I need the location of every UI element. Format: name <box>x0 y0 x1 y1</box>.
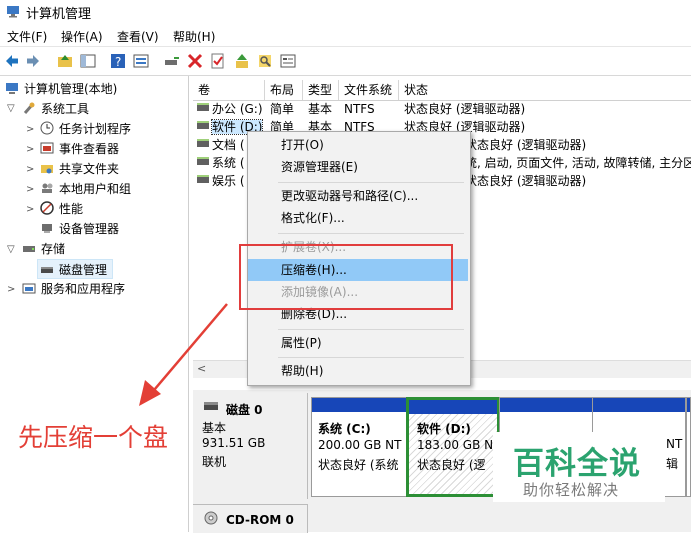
import-icon[interactable] <box>233 52 251 70</box>
partition-g-status: 辑 <box>666 457 679 471</box>
watermark: 百科全说 助你轻松解决 <box>493 432 665 502</box>
column-filesystem[interactable]: 文件系统 <box>339 80 399 100</box>
back-arrow-icon[interactable] <box>3 52 21 70</box>
forward-arrow-icon[interactable] <box>24 52 42 70</box>
window-title: 计算机管理 <box>26 7 92 22</box>
chevron-right-icon[interactable]: > <box>7 284 15 295</box>
tree-item-performance[interactable]: 性能 <box>40 199 83 219</box>
connect-drive-icon[interactable] <box>163 52 181 70</box>
partition-d-selected[interactable]: 软件 (D:) 183.00 GB N 状态良好 (逻 <box>406 397 500 497</box>
cdrom-icon <box>204 511 218 525</box>
tree-item-task-scheduler[interactable]: 任务计划程序 <box>40 119 131 139</box>
tree-item-shared-folders[interactable]: 共享文件夹 <box>40 159 119 179</box>
menu-item-properties[interactable]: 属性(P) <box>248 332 468 354</box>
drive-icon <box>197 121 209 129</box>
computer-management-icon <box>6 83 18 94</box>
highlight-box <box>239 244 453 310</box>
menu-item-change-drive-letter[interactable]: 更改驱动器号和路径(C)... <box>248 185 468 207</box>
menu-help[interactable]: 帮助(H) <box>173 28 215 45</box>
no-entry-icon <box>40 201 54 215</box>
shared-folder-icon <box>41 165 53 174</box>
watermark-title: 百科全说 <box>513 446 641 482</box>
event-viewer-icon <box>40 142 54 154</box>
partition-g[interactable] <box>686 397 691 497</box>
menu-view[interactable]: 查看(V) <box>117 28 159 45</box>
watermark-subtitle: 助你轻松解决 <box>523 481 620 499</box>
menu-item-format[interactable]: 格式化(F)... <box>248 207 468 229</box>
device-manager-icon <box>42 224 52 233</box>
properties-view-icon[interactable] <box>132 52 150 70</box>
help-icon[interactable]: ? <box>109 52 127 70</box>
chevron-right-icon[interactable]: > <box>26 164 34 175</box>
tree-item-services[interactable]: 服务和应用程序 <box>22 279 125 299</box>
volume-table-header: 卷 布局 类型 文件系统 状态 <box>193 80 691 101</box>
column-layout[interactable]: 布局 <box>265 80 303 100</box>
disk-icon <box>41 267 53 273</box>
chevron-down-icon[interactable]: ▽ <box>7 244 15 255</box>
toolbar: ? <box>0 47 691 76</box>
tree-item-system-tools[interactable]: 系统工具 <box>22 99 89 119</box>
title-bar: 计算机管理 <box>0 0 691 24</box>
menu-item-help[interactable]: 帮助(H) <box>248 360 468 382</box>
folder-up-icon[interactable] <box>56 52 74 70</box>
menu-item-explorer[interactable]: 资源管理器(E) <box>248 156 468 178</box>
menu-item-open[interactable]: 打开(O) <box>248 134 468 156</box>
tree-item-storage[interactable]: 存储 <box>22 239 65 259</box>
check-properties-icon[interactable] <box>209 52 227 70</box>
drive-icon <box>197 175 209 183</box>
svg-text:?: ? <box>115 55 121 69</box>
partition-c[interactable]: 系统 (C:) 200.00 GB NT 状态良好 (系统 <box>311 397 407 497</box>
tree-root[interactable]: 计算机管理(本地) <box>5 79 117 99</box>
tree-item-event-viewer[interactable]: 事件查看器 <box>40 139 119 159</box>
menu-bar: 文件(F) 操作(A) 查看(V) 帮助(H) <box>0 24 691 47</box>
computer-management-icon <box>7 6 19 18</box>
chevron-right-icon[interactable]: > <box>26 144 34 155</box>
services-icon <box>22 283 36 294</box>
table-row[interactable]: 办公 (G:) 简单 基本 NTFS 状态良好 (逻辑驱动器) <box>193 100 691 118</box>
column-volume[interactable]: 卷 <box>193 80 265 100</box>
menu-file[interactable]: 文件(F) <box>7 28 47 45</box>
drive-icon <box>197 139 209 147</box>
search-icon[interactable] <box>256 52 274 70</box>
drive-icon <box>197 157 209 165</box>
chevron-down-icon[interactable]: ▽ <box>7 103 15 114</box>
tree-item-disk-management[interactable]: 磁盘管理 <box>37 259 113 279</box>
tree-item-device-manager[interactable]: 设备管理器 <box>40 219 119 239</box>
users-icon <box>42 183 53 193</box>
cdrom-label[interactable]: CD-ROM 0 <box>193 504 308 533</box>
clock-icon <box>40 121 54 135</box>
show-hide-tree-icon[interactable] <box>79 52 97 70</box>
chevron-right-icon[interactable]: > <box>26 204 34 215</box>
tree-item-local-users[interactable]: 本地用户和组 <box>40 179 131 199</box>
column-type[interactable]: 类型 <box>303 80 339 100</box>
chevron-right-icon[interactable]: > <box>26 184 34 195</box>
chevron-right-icon[interactable]: > <box>26 124 34 135</box>
tools-icon <box>23 102 35 114</box>
menu-action[interactable]: 操作(A) <box>61 28 103 45</box>
annotation-arrow-icon <box>139 303 228 406</box>
partition-g-size: NT <box>666 437 683 451</box>
console-icon[interactable] <box>279 52 297 70</box>
drive-icon <box>197 103 209 111</box>
column-status[interactable]: 状态 <box>399 80 691 100</box>
annotation-text: 先压缩一个盘 <box>18 423 169 452</box>
delete-icon[interactable] <box>186 52 204 70</box>
storage-icon <box>23 246 35 252</box>
